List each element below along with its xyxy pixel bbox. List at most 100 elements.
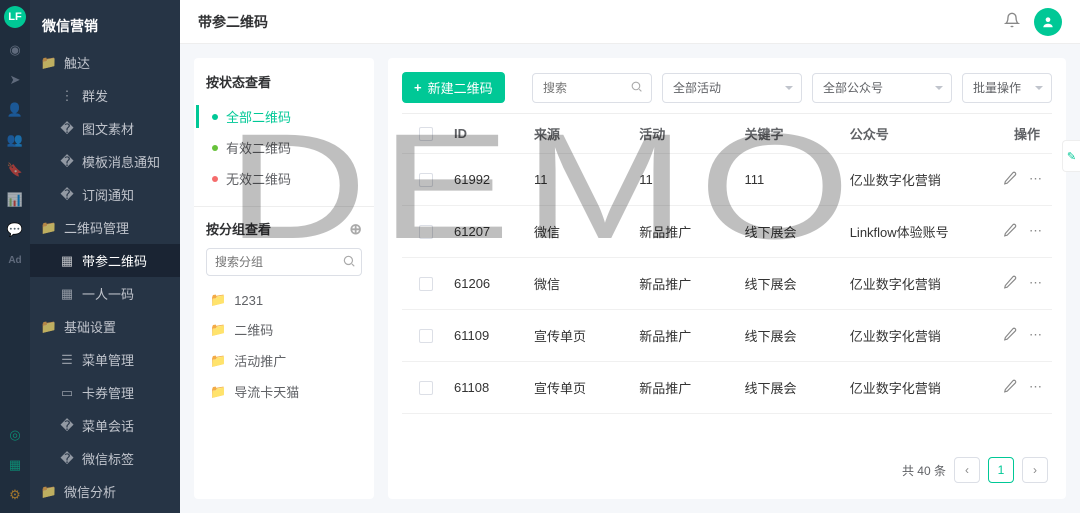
sidebar-item-label: 触达 [64,53,90,72]
group-search-input[interactable] [206,248,362,276]
folder-item[interactable]: 📁二维码 [206,314,362,345]
more-icon[interactable]: ⋯ [1029,275,1042,292]
status-all[interactable]: 全部二维码 [208,101,362,132]
cell-account: 亿业数字化营销 [842,326,968,345]
cell-source: 宣传单页 [526,378,631,397]
row-checkbox[interactable] [419,225,433,239]
sidebar-item-带参二维码[interactable]: ▦带参二维码 [30,244,180,277]
table-row: 61108 宣传单页 新品推广 线下展会 亿业数字化营销 ⋯ [402,362,1052,414]
more-icon[interactable]: ⋯ [1029,379,1042,396]
table-search-input[interactable] [543,81,627,95]
table-row: 61992 11 11 111 亿业数字化营销 ⋯ [402,154,1052,206]
sidebar-item-基础设置[interactable]: 📁基础设置 [30,310,180,343]
sidebar-item-label: 一人一码 [82,284,134,303]
folder-item[interactable]: 📁 导流卡天猫 [206,376,362,407]
select-all-checkbox[interactable] [419,127,433,141]
folder-icon: 📁 [42,221,56,235]
rail-wechat-icon[interactable]: 💬 [7,222,23,238]
account-select-label: 全部公众号 [823,79,883,96]
folder-icon: 📁 [210,384,226,400]
notification-icon[interactable] [1004,12,1020,31]
avatar[interactable] [1034,8,1062,36]
pager-page-1[interactable]: 1 [988,457,1014,483]
sidebar-item-卡券管理[interactable]: ▭卡券管理 [30,376,180,409]
edit-icon[interactable] [1003,379,1017,396]
cell-activity: 新品推广 [631,378,736,397]
pager-next-button[interactable]: › [1022,457,1048,483]
sidebar-item-微信分析[interactable]: 📁微信分析 [30,475,180,508]
qr-icon: ▦ [60,287,74,301]
status-valid[interactable]: 有效二维码 [208,132,362,163]
status-filter-title: 按状态查看 [206,72,362,91]
sidebar-item-label: 带参二维码 [82,251,147,270]
sidebar-item-模板消息通知[interactable]: �模板消息通知 [30,145,180,178]
cell-id: 61207 [446,224,526,239]
sidebar-item-菜单会话[interactable]: �菜单会话 [30,409,180,442]
account-select[interactable]: 全部公众号 [812,73,952,103]
sidebar-item-label: 微信标签 [82,449,134,468]
folder-icon: 📁 [42,56,56,70]
sidebar-item-微信报表明细[interactable]: �微信报表明细 [30,508,180,513]
main: 带参二维码 按状态查看 全部二维码有效二维码无效二维码 按分组查看 ⊕ [180,0,1080,513]
rail-users-icon[interactable]: 👥 [7,132,23,148]
folder-item[interactable]: 📁活动推广 [206,345,362,376]
sidebar-item-一人一码[interactable]: ▦ 一人一码 [30,277,180,310]
sidebar-item-label: 菜单会话 [82,416,134,435]
logo[interactable]: LF [4,6,26,28]
edit-icon[interactable] [1003,171,1017,188]
sidebar-item-触达[interactable]: 📁 触达 [30,46,180,79]
rail-settings-icon[interactable]: ⚙ [7,487,23,503]
rail-chart-icon[interactable]: 📊 [7,192,23,208]
sidebar-item-订阅通知[interactable]: �订阅通知 [30,178,180,211]
folder-item[interactable]: 📁1231 [206,286,362,314]
edit-icon[interactable] [1003,327,1017,344]
batch-select[interactable]: 批量操作 [962,73,1052,103]
more-icon[interactable]: ⋯ [1029,223,1042,240]
sidebar-item-label: 微信分析 [64,482,116,501]
col-keyword: 关键字 [736,124,841,143]
add-group-icon[interactable]: ⊕ [349,220,362,238]
folder-label: 1231 [234,293,263,308]
more-icon[interactable]: ⋯ [1029,327,1042,344]
sidebar-item-菜单管理[interactable]: ☰菜单管理 [30,343,180,376]
doc-icon: � [60,122,74,136]
cell-keyword: 线下展会 [736,378,841,397]
edit-icon[interactable] [1003,275,1017,292]
rail-target-icon[interactable]: ◎ [7,427,23,443]
more-icon[interactable]: ⋯ [1029,171,1042,188]
row-checkbox[interactable] [419,381,433,395]
rail-grid-icon[interactable]: ▦ [7,457,23,473]
cell-id: 61206 [446,276,526,291]
cell-id: 61992 [446,172,526,187]
dots-icon: ⋮ [60,89,74,103]
activity-select[interactable]: 全部活动 [662,73,802,103]
status-label: 全部二维码 [226,107,291,126]
doc-icon: � [60,155,74,169]
plus-icon: + [414,80,422,95]
pager-prev-button[interactable]: ‹ [954,457,980,483]
sidebar-item-微信标签[interactable]: �微信标签 [30,442,180,475]
folder-icon: 📁 [210,322,226,338]
rail-send-icon[interactable]: ➤ [7,72,23,88]
float-feedback-icon[interactable]: ✎ [1062,140,1080,172]
sidebar-item-群发[interactable]: ⋮群发 [30,79,180,112]
rail-bookmark-icon[interactable]: 🔖 [7,162,23,178]
batch-select-label: 批量操作 [973,79,1021,96]
row-checkbox[interactable] [419,173,433,187]
row-checkbox[interactable] [419,277,433,291]
folder-label: 导流卡天猫 [234,382,299,401]
cell-keyword: 111 [736,172,841,187]
sidebar-item-图文素材[interactable]: �图文素材 [30,112,180,145]
cell-source: 微信 [526,222,631,241]
cell-keyword: 线下展会 [736,326,841,345]
cell-account: Linkflow体验账号 [842,222,968,241]
status-invalid[interactable]: 无效二维码 [208,163,362,194]
list-icon: ☰ [60,353,74,367]
rail-dashboard-icon[interactable]: ◉ [7,42,23,58]
new-qrcode-button[interactable]: + 新建二维码 [402,72,505,103]
rail-ad-icon[interactable]: Ad [7,252,23,268]
edit-icon[interactable] [1003,223,1017,240]
rail-user-icon[interactable]: 👤 [7,102,23,118]
sidebar-item-二维码管理[interactable]: 📁二维码管理 [30,211,180,244]
row-checkbox[interactable] [419,329,433,343]
